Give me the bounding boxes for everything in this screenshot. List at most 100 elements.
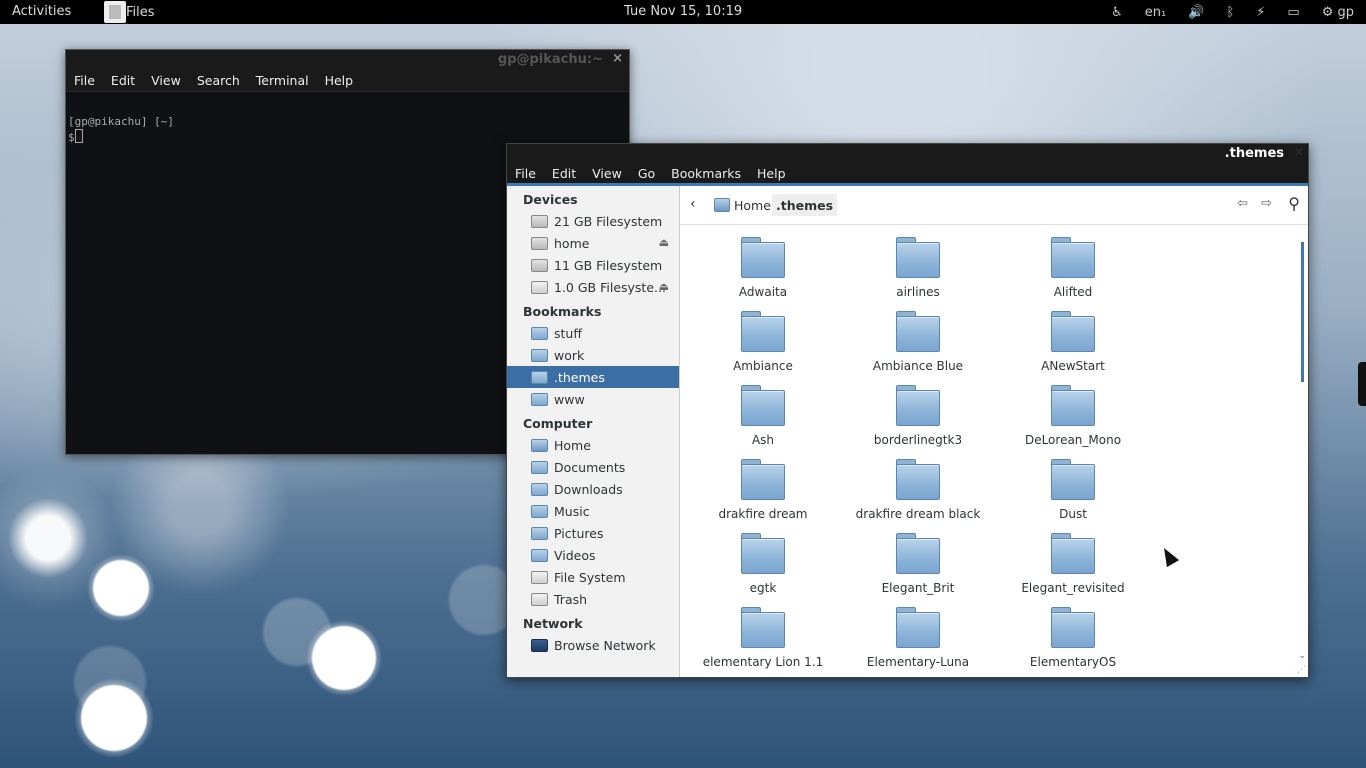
bluetooth-icon[interactable]: ᛒ — [1226, 5, 1234, 20]
sidebar-item-documents[interactable]: Documents — [507, 456, 679, 478]
back-arrow-icon[interactable]: ⇦ — [1237, 196, 1248, 211]
menu-edit[interactable]: Edit — [544, 166, 584, 181]
sidebar-item-label: Browse Network — [554, 637, 656, 653]
folder-item[interactable]: Ash — [693, 385, 833, 447]
menu-file[interactable]: File — [507, 166, 544, 181]
breadcrumb-current[interactable]: .themes — [772, 194, 838, 216]
menu-view[interactable]: View — [584, 166, 630, 181]
user-menu[interactable]: ⚙ gp — [1322, 5, 1354, 20]
folder-icon — [741, 237, 785, 279]
folder-label: Ambiance Blue — [872, 359, 964, 373]
menu-search[interactable]: Search — [189, 73, 248, 88]
sidebar-item-music[interactable]: Music — [507, 500, 679, 522]
files-app-icon — [104, 1, 126, 23]
folder-label: Ambiance — [733, 359, 793, 373]
sidebar-item-stuff[interactable]: stuff — [507, 322, 679, 344]
sidebar-item-www[interactable]: www — [507, 388, 679, 410]
downloads-icon — [531, 482, 548, 496]
folder-item[interactable]: ANewStart — [1003, 311, 1143, 373]
folder-icon — [531, 370, 548, 384]
folder-icon — [741, 533, 785, 575]
folder-item[interactable]: airlines — [848, 237, 988, 299]
breadcrumb-home[interactable]: Home — [710, 194, 775, 216]
folder-item[interactable]: egtk — [693, 533, 833, 595]
menu-help[interactable]: Help — [749, 166, 794, 181]
sidebar-header-bookmarks: Bookmarks — [523, 304, 602, 319]
sidebar-item-1gb[interactable]: 1.0 GB Filesyste... ⏏ — [507, 276, 679, 298]
sidebar-item-home[interactable]: Home — [507, 434, 679, 456]
vertical-scrollbar[interactable]: ⌄ — [1296, 225, 1308, 677]
message-tray-handle[interactable] — [1358, 362, 1366, 406]
folder-item[interactable]: Adwaita — [693, 237, 833, 299]
folder-item[interactable]: Ambiance Blue — [848, 311, 988, 373]
search-icon[interactable]: ⚲ — [1288, 194, 1300, 213]
volume-icon[interactable]: 🔊 — [1188, 5, 1204, 20]
terminal-prompt: $ — [68, 131, 75, 144]
scrollbar-thumb[interactable] — [1301, 242, 1304, 382]
accessibility-icon[interactable]: ♿ — [1111, 5, 1123, 20]
folder-item[interactable]: Elegant_Brit — [848, 533, 988, 595]
menu-view[interactable]: View — [143, 73, 189, 88]
folder-item[interactable]: drakfire dream black — [848, 459, 988, 521]
menu-file[interactable]: File — [66, 73, 103, 88]
home-icon — [714, 198, 730, 212]
sidebar-item-filesystem[interactable]: File System — [507, 566, 679, 588]
terminal-titlebar[interactable]: gp@pikachu:~ × — [66, 50, 629, 70]
folder-icon — [896, 385, 940, 427]
folder-item[interactable]: Ambiance — [693, 311, 833, 373]
folder-label: Alifted — [1053, 285, 1093, 299]
folder-item[interactable]: DeLorean_Mono — [1003, 385, 1143, 447]
folder-item[interactable]: borderlinegtk3 — [848, 385, 988, 447]
battery-icon[interactable]: ▭ — [1287, 5, 1299, 20]
resize-grip-icon[interactable]: ⋰ — [1297, 665, 1306, 675]
folder-item[interactable]: elementary Lion 1.1 — [693, 607, 833, 669]
folder-item[interactable]: Alifted — [1003, 237, 1143, 299]
menu-help[interactable]: Help — [317, 73, 362, 88]
sidebar-item-11gb[interactable]: 11 GB Filesystem — [507, 254, 679, 276]
folder-icon — [1051, 533, 1095, 575]
close-icon[interactable]: × — [612, 51, 623, 66]
terminal-line: [gp@pikachu] [~] — [68, 115, 174, 128]
folder-item[interactable]: Elegant_revisited — [1003, 533, 1143, 595]
sidebar-item-themes[interactable]: .themes — [507, 366, 679, 388]
folder-item[interactable]: drakfire dream — [693, 459, 833, 521]
sidebar-item-home-drive[interactable]: home ⏏ — [507, 232, 679, 254]
menu-go[interactable]: Go — [630, 166, 663, 181]
folder-item[interactable]: ElementaryOS — [1003, 607, 1143, 669]
sidebar-item-pictures[interactable]: Pictures — [507, 522, 679, 544]
folder-icon — [741, 607, 785, 649]
files-titlebar[interactable]: .themes × — [507, 144, 1308, 164]
app-menu-label: Files — [126, 4, 155, 20]
sidebar-item-label: home — [554, 235, 590, 251]
menu-bookmarks[interactable]: Bookmarks — [663, 166, 749, 181]
sidebar-item-work[interactable]: work — [507, 344, 679, 366]
menu-edit[interactable]: Edit — [103, 73, 143, 88]
sidebar-item-browse-network[interactable]: Browse Network — [507, 634, 679, 656]
user-name: gp — [1337, 4, 1354, 20]
folder-label: DeLorean_Mono — [1024, 433, 1122, 447]
network-icon[interactable]: ⚡ — [1256, 5, 1265, 20]
menu-terminal[interactable]: Terminal — [248, 73, 317, 88]
user-icon: ⚙ — [1321, 4, 1338, 20]
sidebar-item-videos[interactable]: Videos — [507, 544, 679, 566]
scroll-down-icon[interactable]: ⌄ — [1298, 651, 1306, 661]
sidebar-item-label: 11 GB Filesystem — [554, 257, 663, 273]
folder-item[interactable]: Dust — [1003, 459, 1143, 521]
places-sidebar: Devices 21 GB Filesystem home ⏏ 11 GB Fil… — [507, 186, 680, 677]
eject-icon[interactable]: ⏏ — [659, 236, 669, 249]
sidebar-item-trash[interactable]: Trash — [507, 588, 679, 610]
activities-button[interactable]: Activities — [12, 4, 71, 19]
folder-label: Adwaita — [738, 285, 788, 299]
clock[interactable]: Tue Nov 15, 10:19 — [624, 4, 742, 19]
keyboard-layout[interactable]: en₁ — [1145, 5, 1166, 20]
eject-icon[interactable]: ⏏ — [659, 280, 669, 293]
folder-item[interactable]: Elementary-Luna — [848, 607, 988, 669]
forward-arrow-icon[interactable]: ⇨ — [1261, 196, 1272, 211]
sidebar-item-21gb[interactable]: 21 GB Filesystem — [507, 210, 679, 232]
sidebar-item-downloads[interactable]: Downloads — [507, 478, 679, 500]
close-icon[interactable]: × — [1294, 145, 1304, 159]
terminal-output[interactable]: [gp@pikachu] [~] $ — [66, 92, 629, 145]
app-menu[interactable]: Files — [104, 0, 155, 24]
folder-icon — [1051, 237, 1095, 279]
chevron-left-icon[interactable]: ‹ — [690, 196, 696, 212]
